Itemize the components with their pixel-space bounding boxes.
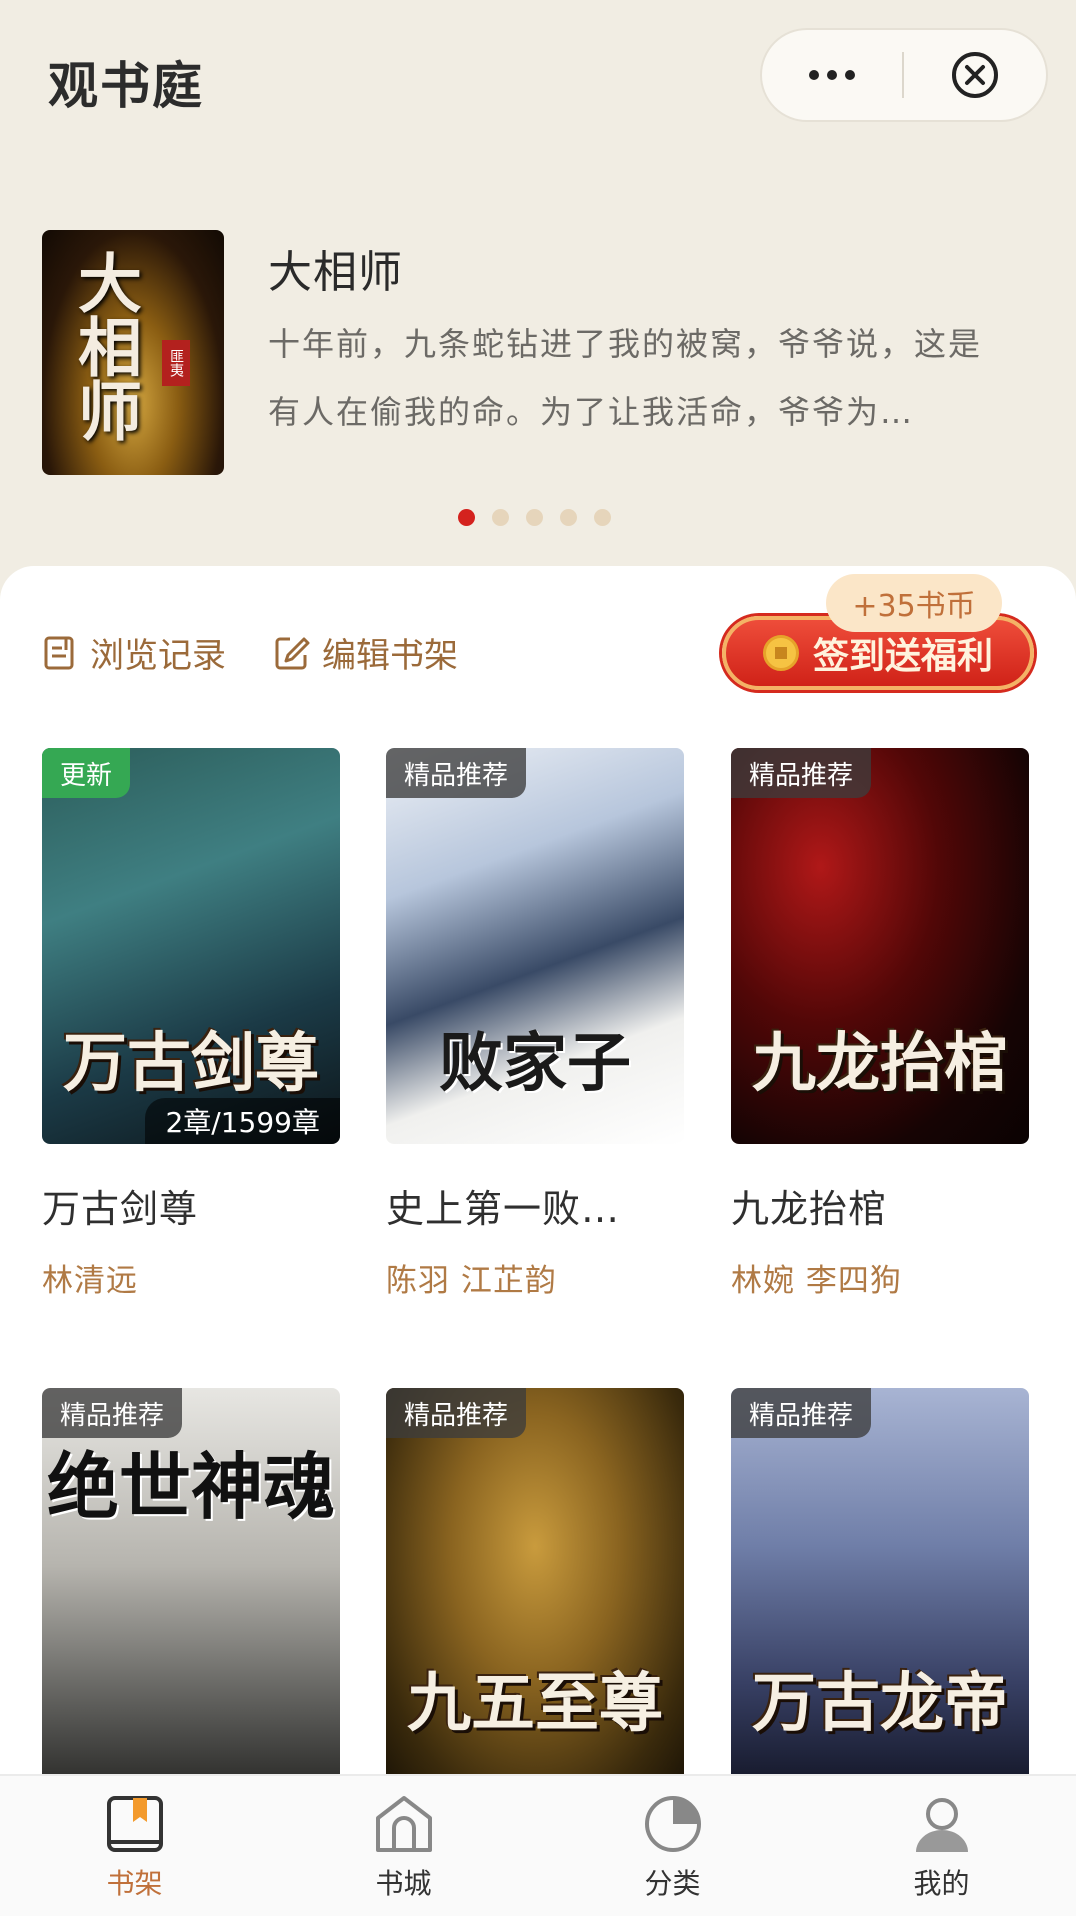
- bookshelf-icon: [106, 1796, 163, 1852]
- book-card[interactable]: 精品推荐 败家子 史上第一败… 陈羽 江芷韵: [386, 748, 684, 1300]
- featured-book-title[interactable]: 大相师: [268, 236, 403, 300]
- category-icon: [644, 1796, 701, 1852]
- book-cover[interactable]: 精品推荐 万古龙帝: [731, 1388, 1029, 1784]
- carousel-dot: [526, 509, 543, 526]
- bookstore-icon: [375, 1796, 432, 1852]
- featured-badge: 精品推荐: [386, 1388, 527, 1438]
- checkin-reward-badge: +35书币: [826, 574, 1002, 632]
- tab-label: 书城: [375, 1867, 432, 1900]
- carousel-dot: [560, 509, 577, 526]
- carousel-dot-active: [458, 509, 475, 526]
- book-cover[interactable]: 精品推荐 败家子: [386, 748, 684, 1144]
- bottom-tab-bar: 书架 书城 分类 我的: [0, 1774, 1076, 1916]
- cover-title: 万古龙帝: [752, 1666, 1008, 1741]
- tab-profile[interactable]: 我的: [807, 1776, 1076, 1916]
- tab-bookshelf[interactable]: 书架: [0, 1776, 269, 1916]
- book-cover[interactable]: 精品推荐 九龙抬棺: [731, 748, 1029, 1144]
- carousel-dot: [594, 509, 611, 526]
- checkin-label: 签到送福利: [812, 636, 993, 677]
- book-name: 九龙抬棺: [731, 1187, 888, 1231]
- close-icon: [952, 52, 998, 98]
- chapter-progress: 2章/1599章: [145, 1098, 340, 1144]
- carousel-indicator: [458, 509, 611, 526]
- book-author: 陈羽 江芷韵: [386, 1263, 557, 1299]
- cover-title: 败家子: [439, 1026, 631, 1101]
- tab-label: 我的: [913, 1867, 970, 1900]
- cover-title: 绝世神魂: [46, 1444, 335, 1529]
- book-card[interactable]: 精品推荐 万古龙帝: [731, 1388, 1029, 1784]
- book-card[interactable]: 精品推荐 九龙抬棺 九龙抬棺 林婉 李四狗: [731, 748, 1029, 1300]
- featured-badge: 精品推荐: [386, 748, 527, 798]
- book-name: 万古剑尊: [42, 1187, 199, 1231]
- book-card[interactable]: 精品推荐 绝世神魂: [42, 1388, 340, 1784]
- history-label: 浏览记录: [90, 636, 226, 676]
- book-card[interactable]: 更新 万古剑尊 2章/1599章 万古剑尊 林清远: [42, 748, 340, 1300]
- carousel-dot: [492, 509, 509, 526]
- tab-category[interactable]: 分类: [538, 1776, 807, 1916]
- history-button[interactable]: 浏览记录: [42, 628, 226, 677]
- history-icon: [44, 636, 74, 669]
- tab-bookstore[interactable]: 书城: [269, 1776, 538, 1916]
- edit-shelf-button[interactable]: 编辑书架: [274, 628, 458, 677]
- more-dot-icon: [809, 70, 819, 80]
- featured-badge: 精品推荐: [731, 1388, 872, 1438]
- featured-book-description[interactable]: 十年前，九条蛇钻进了我的被窝，爷爷说，这是有人在偷我的命。为了让我活命，爷爷为…: [268, 310, 1012, 446]
- book-cover[interactable]: 精品推荐 九五至尊: [386, 1388, 684, 1784]
- featured-cover-title: 大相师: [67, 250, 142, 442]
- featured-cover-seal: 匪夷: [162, 340, 190, 386]
- coin-icon: [762, 635, 799, 671]
- featured-book-cover[interactable]: 大相师 匪夷: [42, 230, 224, 475]
- book-cover[interactable]: 精品推荐 绝世神魂: [42, 1388, 340, 1784]
- featured-badge: 精品推荐: [731, 748, 872, 798]
- edit-icon: [275, 637, 310, 669]
- mini-program-capsule: [760, 28, 1048, 122]
- cover-title: 九五至尊: [407, 1666, 663, 1741]
- profile-icon: [915, 1798, 968, 1852]
- book-cover[interactable]: 更新 万古剑尊 2章/1599章: [42, 748, 340, 1144]
- more-dot-icon: [845, 70, 855, 80]
- update-badge: 更新: [42, 748, 131, 798]
- app-title: 观书庭: [48, 57, 204, 115]
- book-author: 林婉 李四狗: [731, 1263, 902, 1299]
- tab-label: 书架: [106, 1867, 163, 1900]
- close-button[interactable]: [904, 30, 1046, 120]
- cover-title: 万古剑尊: [63, 1026, 319, 1101]
- tab-label: 分类: [644, 1867, 701, 1900]
- book-card[interactable]: 精品推荐 九五至尊: [386, 1388, 684, 1784]
- book-name: 史上第一败…: [386, 1187, 621, 1231]
- book-author: 林清远: [42, 1263, 138, 1299]
- edit-shelf-label: 编辑书架: [322, 636, 458, 676]
- more-options-button[interactable]: [762, 30, 902, 120]
- more-dot-icon: [827, 70, 837, 80]
- cover-title: 九龙抬棺: [752, 1026, 1008, 1101]
